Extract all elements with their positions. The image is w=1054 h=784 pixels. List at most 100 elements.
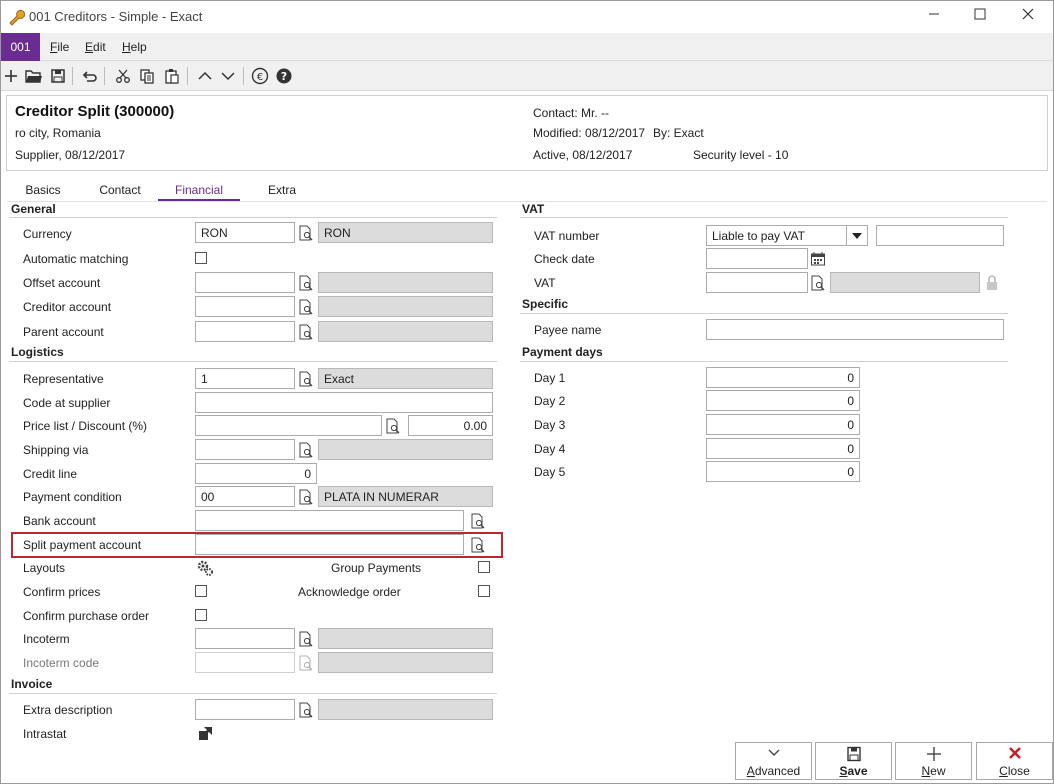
save-button[interactable]: Save <box>815 742 892 780</box>
price-list-field[interactable] <box>195 415 382 436</box>
check-date-label: Check date <box>534 252 595 266</box>
offset-account-field[interactable] <box>195 272 295 293</box>
maximize-button[interactable] <box>957 1 1003 31</box>
currency-code-field[interactable]: RON <box>195 222 295 243</box>
parent-account-label: Parent account <box>23 325 104 339</box>
advanced-button[interactable]: Advanced <box>735 742 812 780</box>
menu-file[interactable]: File <box>50 40 69 54</box>
intrastat-label: Intrastat <box>23 727 67 741</box>
maximize-icon <box>974 8 986 20</box>
lookup-icon[interactable] <box>807 272 829 293</box>
group-payments-checkbox[interactable] <box>478 561 490 573</box>
lookup-icon[interactable] <box>295 368 317 389</box>
vat-number-type-select[interactable]: Liable to pay VAT <box>706 225 868 246</box>
creditor-name: Creditor Split (300000) <box>15 103 175 120</box>
menu-bar: 001 File Edit Help <box>1 33 1053 61</box>
day-1-field[interactable]: 0 <box>706 367 860 388</box>
day-5-field[interactable]: 0 <box>706 461 860 482</box>
previous-icon[interactable] <box>195 66 215 86</box>
chevron-down-icon <box>736 746 811 762</box>
copy-icon[interactable] <box>137 66 157 86</box>
vat-label: VAT <box>534 276 556 290</box>
confirm-prices-label: Confirm prices <box>23 585 101 599</box>
price-list-discount-label: Price list / Discount (%) <box>23 419 148 433</box>
representative-name-field: Exact <box>318 368 493 389</box>
credit-line-field[interactable]: 0 <box>195 463 317 484</box>
close-icon <box>977 746 1052 762</box>
close-button[interactable]: Close <box>976 742 1053 780</box>
lookup-icon[interactable] <box>295 628 317 649</box>
creditor-account-field[interactable] <box>195 296 295 317</box>
new-button[interactable]: New <box>895 742 972 780</box>
section-divider <box>520 361 1008 362</box>
intrastat-link-icon[interactable] <box>195 722 217 743</box>
save-icon[interactable] <box>48 66 68 86</box>
split-payment-account-field[interactable] <box>195 534 464 555</box>
lookup-icon[interactable] <box>295 321 317 342</box>
svg-text:€: € <box>257 72 263 83</box>
lookup-icon[interactable] <box>295 439 317 460</box>
section-divider <box>9 217 497 218</box>
close-window-button[interactable] <box>1005 1 1051 31</box>
currency-label: Currency <box>23 227 72 241</box>
section-divider <box>9 693 497 694</box>
chevron-down-icon[interactable] <box>846 226 867 245</box>
lookup-icon[interactable] <box>295 222 317 243</box>
lookup-icon[interactable] <box>295 296 317 317</box>
shipping-via-field[interactable] <box>195 439 295 460</box>
vat-number-field[interactable] <box>876 225 1004 246</box>
confirm-prices-checkbox[interactable] <box>195 585 207 597</box>
toolbar: € ? <box>1 61 1053 91</box>
payee-name-field[interactable] <box>706 319 1004 340</box>
lookup-icon[interactable] <box>382 415 404 436</box>
day-3-label: Day 3 <box>534 418 566 432</box>
cut-icon[interactable] <box>113 66 133 86</box>
payment-condition-code-field[interactable]: 00 <box>195 486 295 507</box>
minimize-button[interactable] <box>911 1 957 31</box>
tab-financial[interactable]: Financial <box>158 180 240 202</box>
undo-icon[interactable] <box>80 66 100 86</box>
tab-basics[interactable]: Basics <box>19 180 67 202</box>
vat-field[interactable] <box>706 272 808 293</box>
automatic-matching-checkbox[interactable] <box>195 252 207 264</box>
menu-help[interactable]: Help <box>122 40 147 54</box>
bank-account-field[interactable] <box>195 510 464 531</box>
creditor-supplier-date: Supplier, 08/12/2017 <box>15 148 126 162</box>
day-4-field[interactable]: 0 <box>706 438 860 459</box>
lookup-icon[interactable] <box>467 510 489 531</box>
code-at-supplier-field[interactable] <box>195 392 493 413</box>
toolbar-separator <box>243 67 244 85</box>
parent-account-field[interactable] <box>195 321 295 342</box>
company-badge[interactable]: 001 <box>1 33 40 61</box>
next-icon[interactable] <box>218 66 238 86</box>
currency-icon[interactable]: € <box>250 66 270 86</box>
menu-edit[interactable]: Edit <box>85 40 106 54</box>
incoterm-field[interactable] <box>195 628 295 649</box>
lookup-icon[interactable] <box>467 534 489 555</box>
acknowledge-order-checkbox[interactable] <box>478 585 490 597</box>
tab-extra[interactable]: Extra <box>258 180 306 202</box>
day-3-field[interactable]: 0 <box>706 414 860 435</box>
calendar-icon[interactable] <box>807 248 829 269</box>
help-icon[interactable]: ? <box>274 66 294 86</box>
open-icon[interactable] <box>24 66 44 86</box>
section-invoice-title: Invoice <box>11 677 53 691</box>
extra-description-label: Extra description <box>23 703 113 717</box>
representative-code-field[interactable]: 1 <box>195 368 295 389</box>
tab-contact[interactable]: Contact <box>91 180 149 202</box>
check-date-field[interactable] <box>706 248 808 269</box>
extra-description-field[interactable] <box>195 699 295 720</box>
confirm-purchase-order-checkbox[interactable] <box>195 609 207 621</box>
save-rest: ave <box>847 764 868 778</box>
paste-icon[interactable] <box>162 66 182 86</box>
lookup-icon[interactable] <box>295 486 317 507</box>
new-icon[interactable] <box>1 66 21 86</box>
close-key: C <box>999 764 1008 778</box>
day-2-field[interactable]: 0 <box>706 390 860 411</box>
discount-field[interactable]: 0.00 <box>408 415 493 436</box>
lookup-icon[interactable] <box>295 272 317 293</box>
layouts-gear-icon[interactable] <box>194 557 216 578</box>
advanced-key: A <box>746 764 755 778</box>
creditor-city: ro city, Romania <box>15 126 101 140</box>
lookup-icon[interactable] <box>295 699 317 720</box>
